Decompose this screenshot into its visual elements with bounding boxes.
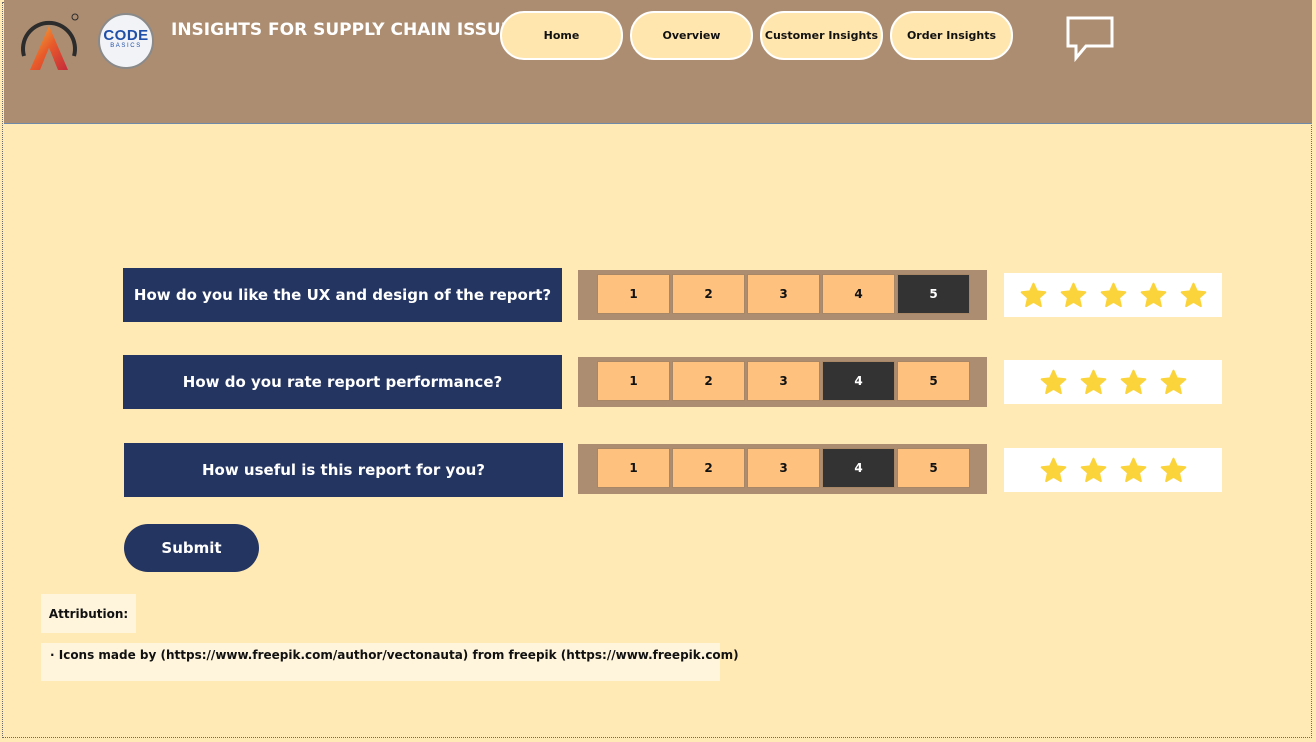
star-icon — [1080, 457, 1106, 482]
q2-option-3[interactable]: 3 — [747, 361, 820, 401]
q2-option-1[interactable]: 1 — [597, 361, 670, 401]
codebasics-logo: CODE BASICS — [98, 13, 154, 69]
brand-logo-icon — [21, 13, 79, 70]
star-icon — [1040, 457, 1066, 482]
q3-option-2[interactable]: 2 — [672, 448, 745, 488]
nav-home-button[interactable]: Home — [500, 11, 623, 60]
q3-option-4[interactable]: 4 — [822, 448, 895, 488]
rating-bar-q3: 1 2 3 4 5 — [578, 444, 987, 494]
stars-display-q2 — [1004, 360, 1222, 404]
q2-option-5[interactable]: 5 — [897, 361, 970, 401]
q3-option-3[interactable]: 3 — [747, 448, 820, 488]
logo-text-main: CODE — [103, 27, 149, 44]
star-icon — [1180, 282, 1206, 307]
q1-option-4[interactable]: 4 — [822, 274, 895, 314]
star-icon — [1060, 282, 1086, 307]
q3-option-5[interactable]: 5 — [897, 448, 970, 488]
q2-option-4[interactable]: 4 — [822, 361, 895, 401]
question-1-label: How do you like the UX and design of the… — [123, 268, 562, 322]
nav-overview-button[interactable]: Overview — [630, 11, 753, 60]
rating-bar-q2: 1 2 3 4 5 — [578, 357, 987, 407]
q1-option-5[interactable]: 5 — [897, 274, 970, 314]
stars-display-q1 — [1004, 273, 1222, 317]
chat-bubble-icon[interactable] — [1066, 16, 1114, 62]
attribution-credit: · Icons made by (https://www.freepik.com… — [41, 643, 739, 681]
nav-customer-insights-button[interactable]: Customer Insights — [760, 11, 883, 60]
star-icon — [1040, 369, 1066, 394]
q1-option-3[interactable]: 3 — [747, 274, 820, 314]
q3-option-1[interactable]: 1 — [597, 448, 670, 488]
star-icon — [1160, 369, 1186, 394]
q1-option-2[interactable]: 2 — [672, 274, 745, 314]
star-icon — [1120, 369, 1146, 394]
question-2-label: How do you rate report performance? — [123, 355, 562, 409]
star-icon — [1080, 369, 1106, 394]
nav-order-insights-button[interactable]: Order Insights — [890, 11, 1013, 60]
rating-bar-q1: 1 2 3 4 5 — [578, 270, 987, 320]
star-icon — [1140, 282, 1166, 307]
star-icon — [1100, 282, 1126, 307]
attribution-label: Attribution: — [41, 594, 136, 633]
app-title: INSIGHTS FOR SUPPLY CHAIN ISSUE — [171, 20, 513, 40]
submit-button[interactable]: Submit — [124, 524, 259, 572]
header-bar: CODE BASICS INSIGHTS FOR SUPPLY CHAIN IS… — [4, 0, 1312, 124]
q2-option-2[interactable]: 2 — [672, 361, 745, 401]
stars-display-q3 — [1004, 448, 1222, 492]
question-3-label: How useful is this report for you? — [124, 443, 563, 497]
star-icon — [1160, 457, 1186, 482]
q1-option-1[interactable]: 1 — [597, 274, 670, 314]
star-icon — [1120, 457, 1146, 482]
star-icon — [1020, 282, 1046, 307]
